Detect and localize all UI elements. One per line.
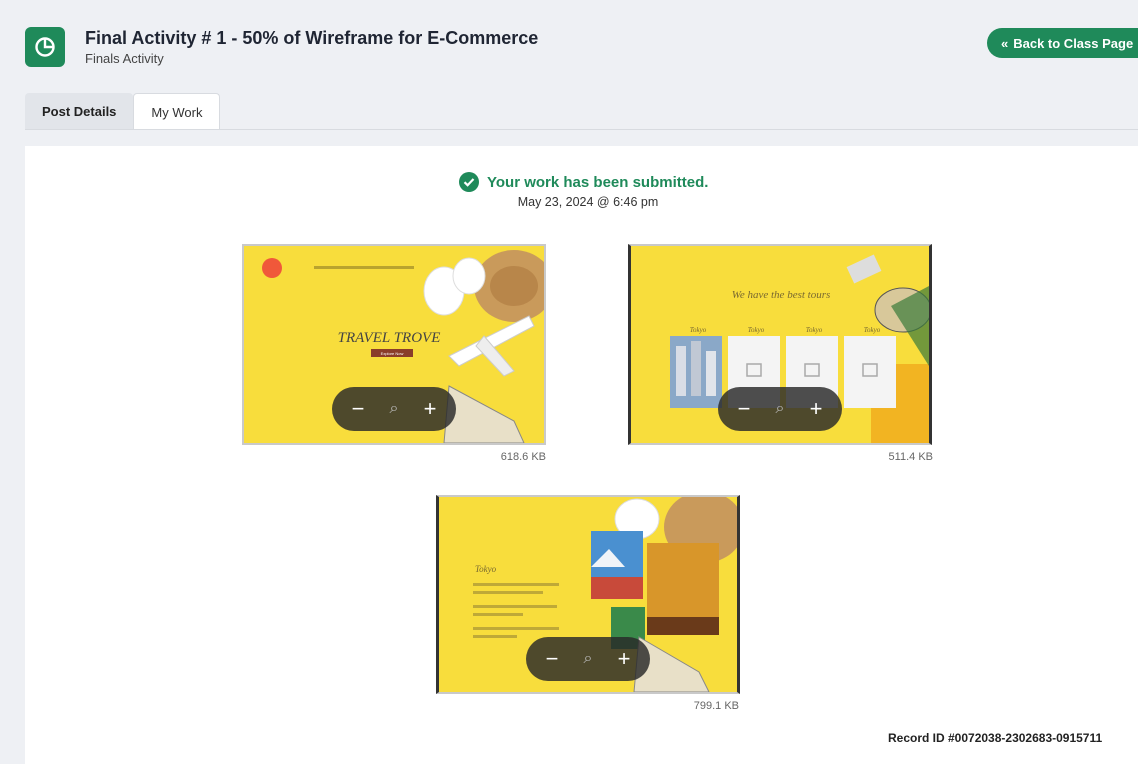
page-subtitle: Finals Activity xyxy=(85,51,164,66)
attachment-thumbnail[interactable]: TRAVEL TROVE Explore Now − ⌕ + xyxy=(242,244,546,445)
preview-cta: Explore Now xyxy=(381,351,404,356)
file-size: 799.1 KB xyxy=(693,700,739,712)
tab-divider xyxy=(25,129,1138,130)
zoom-icon[interactable]: ⌕ xyxy=(380,401,408,417)
zoom-out-button[interactable]: − xyxy=(538,648,566,670)
submission-status: Your work has been submitted. xyxy=(459,172,708,192)
zoom-controls: − ⌕ + xyxy=(718,387,842,431)
zoom-out-button[interactable]: − xyxy=(730,398,758,420)
zoom-icon[interactable]: ⌕ xyxy=(766,401,794,417)
page-header: Final Activity # 1 - 50% of Wireframe fo… xyxy=(0,0,1138,92)
status-text: Your work has been submitted. xyxy=(487,173,709,191)
tab-post-details[interactable]: Post Details xyxy=(25,93,134,130)
back-to-class-button[interactable]: « Back to Class Page xyxy=(987,28,1138,58)
attachment-thumbnail[interactable]: We have the best tours Tokyo Tokyo Tokyo… xyxy=(628,244,932,445)
tab-my-work[interactable]: My Work xyxy=(133,93,221,130)
record-id: Record ID #0072038-2302683-0915711 xyxy=(888,731,1103,745)
card-label: Tokyo xyxy=(690,326,707,334)
zoom-controls: − ⌕ + xyxy=(332,387,456,431)
zoom-out-button[interactable]: − xyxy=(344,398,372,420)
check-circle-icon xyxy=(459,172,479,192)
preview-headline: TRAVEL TROVE xyxy=(338,330,441,346)
file-size: 511.4 KB xyxy=(888,451,933,463)
page-title: Final Activity # 1 - 50% of Wireframe fo… xyxy=(85,28,539,48)
card-label: Tokyo xyxy=(806,326,823,334)
card-label: Tokyo xyxy=(864,326,881,334)
pie-chart-icon xyxy=(25,27,65,67)
file-size: 618.6 KB xyxy=(500,451,546,463)
tab-bar: Post Details My Work xyxy=(25,93,221,130)
attachment-thumbnail[interactable]: Tokyo − ⌕ + xyxy=(436,495,740,694)
zoom-in-button[interactable]: + xyxy=(610,648,638,670)
preview-headline: Tokyo xyxy=(475,564,497,574)
zoom-in-button[interactable]: + xyxy=(802,398,830,420)
zoom-in-button[interactable]: + xyxy=(416,398,444,420)
zoom-icon[interactable]: ⌕ xyxy=(574,651,602,667)
card-label: Tokyo xyxy=(748,326,765,334)
submission-date: May 23, 2024 @ 6:46 pm xyxy=(517,195,659,209)
preview-headline: We have the best tours xyxy=(732,289,831,301)
back-button-label: Back to Class Page xyxy=(1013,35,1134,51)
zoom-controls: − ⌕ + xyxy=(526,637,650,681)
double-chevron-left-icon: « xyxy=(1001,35,1008,51)
